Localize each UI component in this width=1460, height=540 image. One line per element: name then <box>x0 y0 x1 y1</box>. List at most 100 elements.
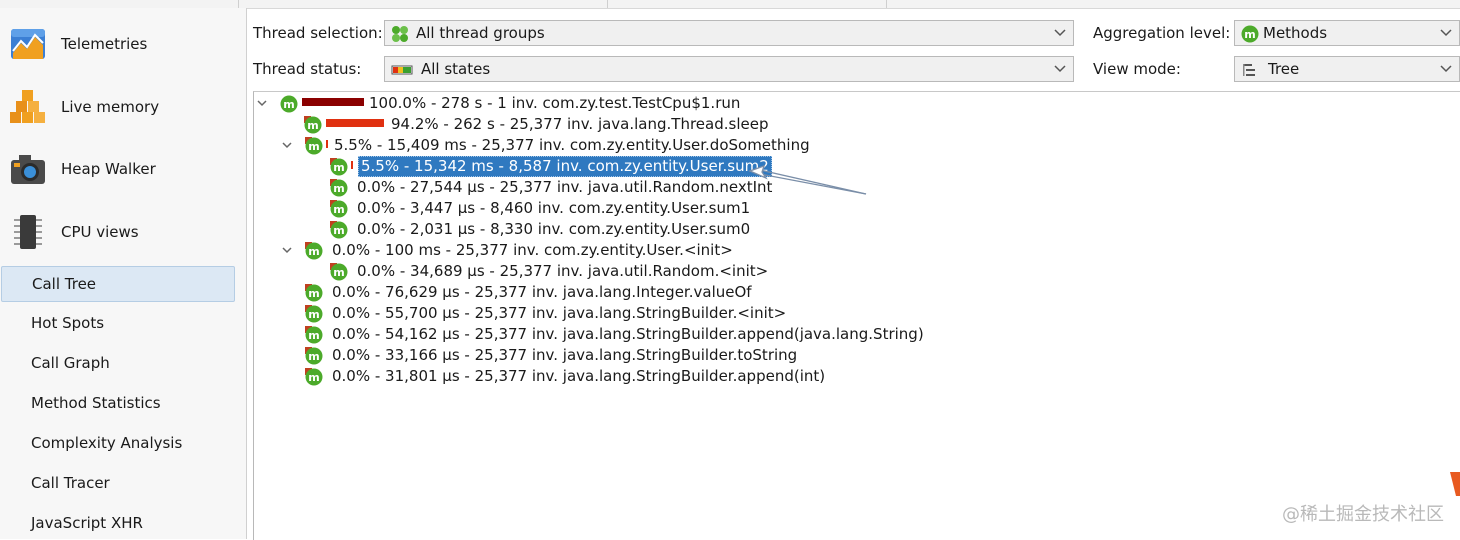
tree-row-label: 100.0% - 278 s - 1 inv. com.zy.test.Test… <box>369 94 741 112</box>
sidebar-item-method-statistics[interactable]: Method Statistics <box>0 386 246 420</box>
method-icon: m <box>330 221 348 239</box>
tree-row-label: 94.2% - 262 s - 25,377 inv. java.lang.Th… <box>391 115 769 133</box>
method-icon: m <box>305 368 323 386</box>
svg-text:m: m <box>308 245 319 258</box>
sidebar-item-label: Heap Walker <box>61 160 156 178</box>
watermark: @稀土掘金技术社区 <box>1282 504 1444 525</box>
tree-row-label: 0.0% - 54,162 µs - 25,377 inv. java.lang… <box>332 325 924 343</box>
tree-row-label: 0.0% - 33,166 µs - 25,377 inv. java.lang… <box>332 346 798 364</box>
svg-text:m: m <box>308 287 319 300</box>
tree-row-label: 5.5% - 15,342 ms - 8,587 inv. com.zy.ent… <box>358 156 772 177</box>
sidebar-item-label: Call Tracer <box>31 474 110 492</box>
method-icon: m <box>305 284 323 302</box>
method-icon: m <box>305 347 323 365</box>
thread-status-label: Thread status: <box>253 60 362 78</box>
method-icon: m <box>305 305 323 323</box>
aggregation-level-dropdown[interactable]: m Methods <box>1234 20 1460 46</box>
sidebar-item-label: Complexity Analysis <box>31 434 183 452</box>
svg-text:m: m <box>308 140 319 153</box>
svg-text:m: m <box>333 203 344 216</box>
method-icon: m <box>304 116 322 134</box>
percentage-bar <box>351 161 353 169</box>
method-icon: m <box>330 158 348 176</box>
method-icon: m <box>330 179 348 197</box>
view-mode-dropdown[interactable]: Tree <box>1234 56 1460 82</box>
method-icon: m <box>305 242 323 260</box>
percentage-bar <box>302 98 364 106</box>
chevron-down-icon <box>1054 29 1066 37</box>
sidebar-item-live-memory[interactable]: Live memory <box>0 77 246 137</box>
tree-row-label: 0.0% - 3,447 µs - 8,460 inv. com.zy.enti… <box>357 199 751 217</box>
expand-chevron-icon[interactable] <box>256 97 268 109</box>
svg-text:m: m <box>333 182 344 195</box>
percentage-bar <box>326 140 328 148</box>
thread-selection-label: Thread selection: <box>253 24 383 42</box>
tree-row-label: 5.5% - 15,409 ms - 25,377 inv. com.zy.en… <box>334 136 810 154</box>
svg-text:m: m <box>308 329 319 342</box>
tree-row-label: 0.0% - 100 ms - 25,377 inv. com.zy.entit… <box>332 241 733 259</box>
thread-status-value: All states <box>421 60 491 78</box>
sidebar-item-heap-walker[interactable]: Heap Walker <box>0 139 246 199</box>
aggregation-level-label: Aggregation level: <box>1093 24 1231 42</box>
live-memory-icon <box>10 90 45 123</box>
tree-row-label: 0.0% - 55,700 µs - 25,377 inv. java.lang… <box>332 304 787 322</box>
tree-row-label: 0.0% - 31,801 µs - 25,377 inv. java.lang… <box>332 367 826 385</box>
thread-groups-icon <box>392 26 408 42</box>
sidebar-item-label: JavaScript XHR <box>31 514 143 532</box>
sidebar-item-label: Method Statistics <box>31 394 161 412</box>
sidebar-item-telemetries[interactable]: Telemetries <box>0 14 246 74</box>
thread-states-icon <box>391 65 413 75</box>
tree-row-label: 0.0% - 2,031 µs - 8,330 inv. com.zy.enti… <box>357 220 751 238</box>
svg-text:m: m <box>333 161 344 174</box>
tree-view-icon <box>1243 64 1255 76</box>
sidebar-item-label: Hot Spots <box>31 314 105 332</box>
expand-chevron-icon[interactable] <box>281 244 293 256</box>
svg-text:m: m <box>283 98 294 111</box>
sidebar-item-label: CPU views <box>61 223 139 241</box>
svg-text:m: m <box>1244 28 1255 41</box>
camera-icon <box>11 155 45 184</box>
sidebar: Telemetries Live memory Heap Walker CPU … <box>0 8 247 539</box>
method-icon: m <box>305 326 323 344</box>
cpu-chip-icon <box>14 215 42 249</box>
tree-row-label: 0.0% - 76,629 µs - 25,377 inv. java.lang… <box>332 283 752 301</box>
thread-status-dropdown[interactable]: All states <box>384 56 1074 82</box>
thread-selection-dropdown[interactable]: All thread groups <box>384 20 1074 46</box>
call-tree: m 100.0% - 278 s - 1 inv. com.zy.test.Tes… <box>253 91 1460 540</box>
thread-selection-value: All thread groups <box>416 24 545 42</box>
tree-row-label: 0.0% - 34,689 µs - 25,377 inv. java.util… <box>357 262 769 280</box>
sidebar-item-call-tracer[interactable]: Call Tracer <box>0 466 246 500</box>
orange-corner-mark <box>1450 472 1460 496</box>
chevron-down-icon <box>1440 29 1452 37</box>
chevron-down-icon <box>1054 65 1066 73</box>
chevron-down-icon <box>1440 65 1452 73</box>
sidebar-item-call-graph[interactable]: Call Graph <box>0 346 246 380</box>
aggregation-level-value: Methods <box>1263 24 1328 42</box>
method-icon: m <box>1241 25 1259 43</box>
expand-chevron-icon[interactable] <box>281 139 293 151</box>
sidebar-item-complexity-analysis[interactable]: Complexity Analysis <box>0 426 246 460</box>
sidebar-item-cpu-views[interactable]: CPU views <box>0 202 246 262</box>
sidebar-item-javascript-xhr[interactable]: JavaScript XHR <box>0 506 246 540</box>
method-icon: m <box>330 263 348 281</box>
annotation-arrow <box>748 164 867 195</box>
sidebar-item-label: Call Graph <box>31 354 110 372</box>
svg-text:m: m <box>308 308 319 321</box>
svg-text:m: m <box>333 266 344 279</box>
telemetries-icon <box>11 29 45 59</box>
sidebar-item-label: Call Tree <box>32 275 97 293</box>
svg-text:m: m <box>308 371 319 384</box>
sidebar-item-call-tree[interactable]: Call Tree <box>1 266 235 302</box>
view-mode-value: Tree <box>1268 60 1300 78</box>
method-icon: m <box>280 95 298 113</box>
sidebar-item-label: Telemetries <box>61 35 148 53</box>
sidebar-item-hot-spots[interactable]: Hot Spots <box>0 306 246 340</box>
percentage-bar <box>326 119 384 127</box>
method-icon: m <box>330 200 348 218</box>
tree-row-label: 0.0% - 27,544 µs - 25,377 inv. java.util… <box>357 178 773 196</box>
method-icon: m <box>305 137 323 155</box>
svg-text:m: m <box>308 350 319 363</box>
sidebar-item-label: Live memory <box>61 98 160 116</box>
svg-text:m: m <box>307 119 318 132</box>
svg-text:m: m <box>333 224 344 237</box>
